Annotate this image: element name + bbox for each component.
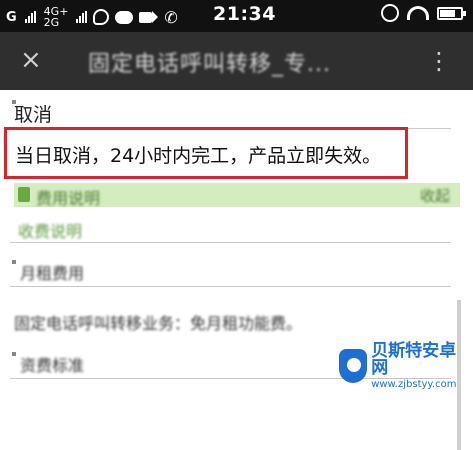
carrier-1-label: G — [6, 9, 17, 25]
phone-icon: ✆ — [164, 7, 178, 27]
wifi-icon — [407, 6, 429, 20]
status-right-group — [381, 4, 466, 22]
monthly-fee-text: 固定电话呼叫转移业务：免月租功能费。 — [14, 314, 303, 333]
bullet-marker — [12, 260, 16, 264]
fee-explanation-row[interactable]: 费用说明 收起 — [14, 183, 460, 208]
monthly-fee-title: 月租费用 — [20, 264, 85, 283]
signal-icon — [24, 11, 36, 23]
divider — [10, 286, 451, 287]
shield-logo-icon — [339, 349, 368, 383]
carrier-2-label: 4G+ 2G — [43, 5, 69, 29]
highlight-box: 当日取消，24小时内完工，产品立即失效。 — [4, 127, 408, 179]
watermark-logo: 贝斯特安卓网 www.zjbstyy.com — [339, 342, 467, 389]
alarm-icon — [381, 4, 399, 22]
app-toolbar: × 固定电话呼叫转移_专... ⋮ — [0, 32, 473, 90]
page-title: 固定电话呼叫转移_专... — [88, 52, 331, 77]
highlighted-text: 当日取消，24小时内完工，产品立即失效。 — [15, 145, 382, 167]
video-icon — [139, 11, 159, 23]
battery-icon — [437, 6, 466, 20]
fee-explanation-label: 费用说明 — [36, 189, 101, 208]
status-time: 21:34 — [213, 3, 276, 25]
collapse-button[interactable]: 收起 — [420, 185, 450, 206]
close-icon[interactable]: × — [20, 45, 42, 75]
fee-standard-title: 资费标准 — [20, 356, 85, 375]
divider — [10, 242, 451, 243]
section-cancel-title: 取消 — [14, 104, 53, 126]
status-left-group: G 4G+ 2G ✆ — [6, 6, 178, 28]
status-bar: G 4G+ 2G ✆ 21:34 — [0, 0, 473, 32]
watermark-name: 贝斯特安卓网 — [371, 340, 457, 378]
qq-icon — [93, 9, 110, 25]
watermark-url: www.zjbstyy.com — [371, 378, 457, 390]
charge-explanation-link[interactable]: 收费说明 — [18, 218, 82, 242]
message-icon — [115, 10, 134, 24]
more-options-icon[interactable]: ⋮ — [427, 47, 451, 75]
bullet-marker — [12, 352, 16, 356]
document-icon — [18, 187, 30, 202]
signal-2-icon — [76, 11, 88, 23]
